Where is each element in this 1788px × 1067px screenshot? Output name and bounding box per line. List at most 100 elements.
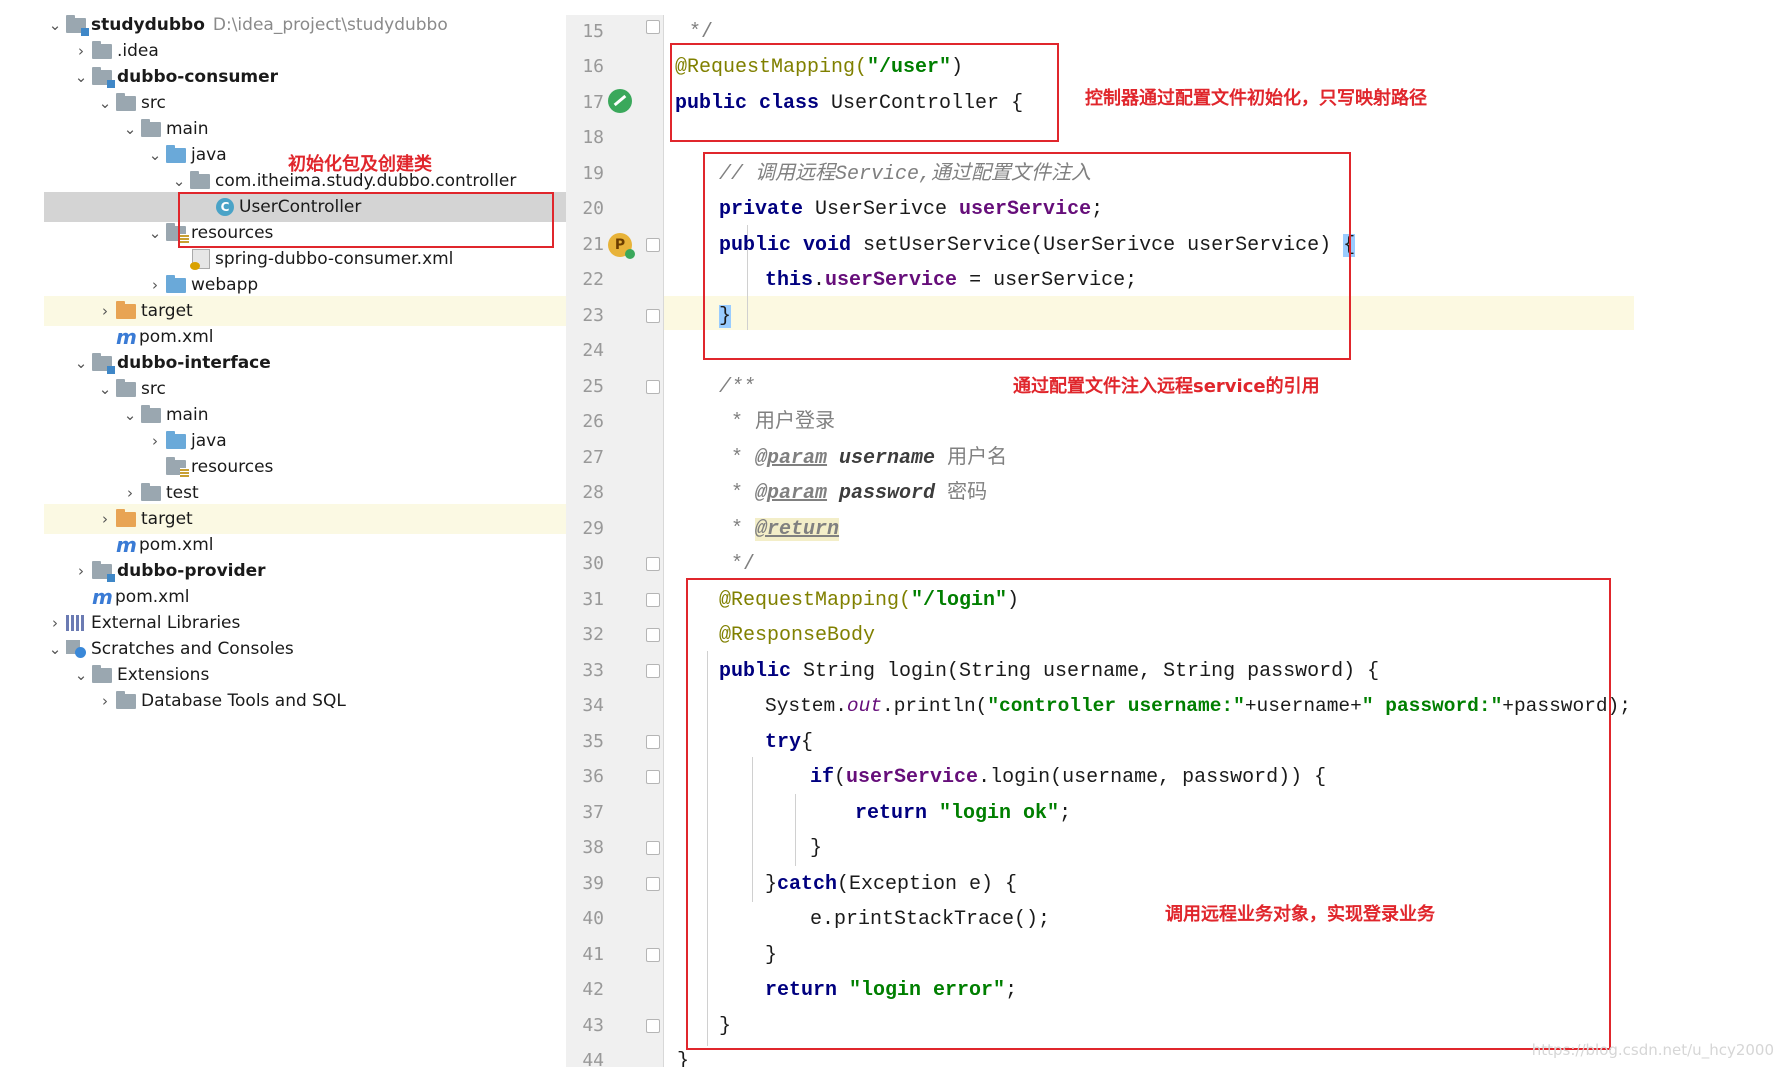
- chevron-down-icon[interactable]: ⌄: [94, 380, 116, 398]
- line-number: 39: [582, 873, 604, 894]
- spring-bean-gutter-icon[interactable]: [608, 89, 632, 113]
- line-number: 35: [582, 731, 604, 752]
- line-number: 26: [582, 411, 604, 432]
- chevron-right-icon[interactable]: ›: [70, 562, 92, 580]
- line-number: 37: [582, 802, 604, 823]
- module-folder-icon: [92, 352, 115, 374]
- line-number: 17: [582, 92, 604, 113]
- fold-marker-icon[interactable]: [646, 593, 660, 607]
- tree-label: spring-dubbo-consumer.xml: [215, 249, 454, 269]
- line-number: 21: [582, 234, 604, 255]
- property-gutter-icon[interactable]: P: [608, 233, 635, 259]
- chevron-down-icon[interactable]: ⌄: [168, 172, 190, 190]
- fold-marker-icon[interactable]: [646, 948, 660, 962]
- fold-marker-icon[interactable]: [646, 770, 660, 784]
- tree-label: pom.xml: [115, 587, 190, 607]
- chevron-down-icon[interactable]: ⌄: [70, 68, 92, 86]
- fold-marker-icon[interactable]: [646, 238, 660, 252]
- chevron-right-icon[interactable]: ›: [144, 276, 166, 294]
- fold-marker-icon[interactable]: [646, 841, 660, 855]
- chevron-down-icon[interactable]: ⌄: [44, 640, 66, 658]
- line-number: 32: [582, 624, 604, 645]
- note-login: 调用远程业务对象，实现登录业务: [1165, 904, 1435, 925]
- folder-icon: [116, 92, 136, 111]
- chevron-down-icon[interactable]: ⌄: [119, 120, 141, 138]
- chevron-right-icon[interactable]: ›: [144, 432, 166, 450]
- source-folder-icon: [166, 430, 186, 449]
- folder-icon: [116, 690, 136, 709]
- chevron-right-icon[interactable]: ›: [94, 302, 116, 320]
- tree-label: pom.xml: [139, 535, 214, 555]
- fold-marker-icon[interactable]: [646, 877, 660, 891]
- xml-file-icon: [190, 249, 210, 270]
- line-number: 16: [582, 56, 604, 77]
- chevron-down-icon[interactable]: ⌄: [119, 406, 141, 424]
- fold-marker-icon[interactable]: [646, 309, 660, 323]
- chevron-down-icon[interactable]: ⌄: [70, 354, 92, 372]
- line-number: 42: [582, 979, 604, 1000]
- tree-label: dubbo-provider: [117, 561, 266, 581]
- line-number: 25: [582, 376, 604, 397]
- highlight-box-login: [686, 578, 1611, 1050]
- module-folder-icon: [66, 14, 89, 36]
- folder-icon: [141, 404, 161, 423]
- source-folder-icon: [166, 144, 186, 163]
- tree-label: .idea: [117, 41, 159, 61]
- chevron-down-icon[interactable]: ⌄: [44, 16, 66, 34]
- fold-marker-icon[interactable]: [646, 735, 660, 749]
- note-class: 控制器通过配置文件初始化，只写映射路径: [1085, 88, 1427, 109]
- chevron-right-icon[interactable]: ›: [70, 42, 92, 60]
- tree-row-database-tools[interactable]: › Database Tools and SQL: [44, 686, 567, 716]
- folder-icon: [92, 664, 112, 683]
- fold-marker-icon[interactable]: [646, 20, 660, 34]
- line-number: 41: [582, 944, 604, 965]
- chevron-down-icon[interactable]: ⌄: [144, 146, 166, 164]
- line-number: 40: [582, 908, 604, 929]
- chevron-down-icon[interactable]: ⌄: [94, 94, 116, 112]
- line-number: 24: [582, 340, 604, 361]
- fold-marker-icon[interactable]: [646, 664, 660, 678]
- folder-icon: [141, 118, 161, 137]
- tree-label: target: [141, 509, 193, 529]
- chevron-down-icon[interactable]: ⌄: [70, 666, 92, 684]
- chevron-down-icon[interactable]: ⌄: [144, 224, 166, 242]
- fold-marker-icon[interactable]: [646, 1019, 660, 1033]
- tree-label: main: [166, 405, 209, 425]
- tree-label: src: [141, 93, 166, 113]
- folder-icon: [116, 378, 136, 397]
- highlight-box-class: [670, 43, 1059, 142]
- chevron-right-icon[interactable]: ›: [94, 692, 116, 710]
- line-number: 23: [582, 305, 604, 326]
- code-line-30: */: [731, 553, 756, 576]
- line-number: 33: [582, 660, 604, 681]
- chevron-right-icon[interactable]: ›: [44, 614, 66, 632]
- chevron-right-icon[interactable]: ›: [94, 510, 116, 528]
- line-number: 22: [582, 269, 604, 290]
- line-number: 44: [582, 1050, 604, 1067]
- project-tree: ⌄ studydubbo D:\idea_project\studydubbo …: [44, 10, 567, 830]
- project-path: D:\idea_project\studydubbo: [212, 15, 448, 35]
- editor-gutter: 15 16 17 18 19 20 21 22 23 24 25 26 27 2…: [566, 15, 664, 1067]
- web-folder-icon: [166, 274, 186, 293]
- maven-icon: m: [92, 585, 113, 609]
- code-line-29: * @return: [731, 518, 840, 541]
- fold-marker-icon[interactable]: [646, 557, 660, 571]
- note-inject: 通过配置文件注入远程service的引用: [1013, 376, 1320, 397]
- maven-icon: m: [116, 325, 137, 349]
- line-number: 36: [582, 766, 604, 787]
- line-number: 28: [582, 482, 604, 503]
- excluded-folder-icon: [116, 508, 136, 527]
- fold-marker-icon[interactable]: [646, 628, 660, 642]
- tree-label: Database Tools and SQL: [141, 691, 346, 711]
- code-line-28: * @param password 密码: [731, 482, 988, 505]
- tree-label: java: [191, 145, 227, 165]
- chevron-right-icon[interactable]: ›: [119, 484, 141, 502]
- tree-label: studydubbo: [91, 15, 205, 35]
- watermark: https://blog.csdn.net/u_hcy2000: [1531, 1041, 1774, 1059]
- fold-marker-icon[interactable]: [646, 380, 660, 394]
- tree-label: Extensions: [117, 665, 210, 685]
- highlight-box-tree: [178, 192, 554, 248]
- resources-folder-icon: [166, 456, 189, 477]
- scratches-icon: [66, 640, 86, 658]
- line-number: 38: [582, 837, 604, 858]
